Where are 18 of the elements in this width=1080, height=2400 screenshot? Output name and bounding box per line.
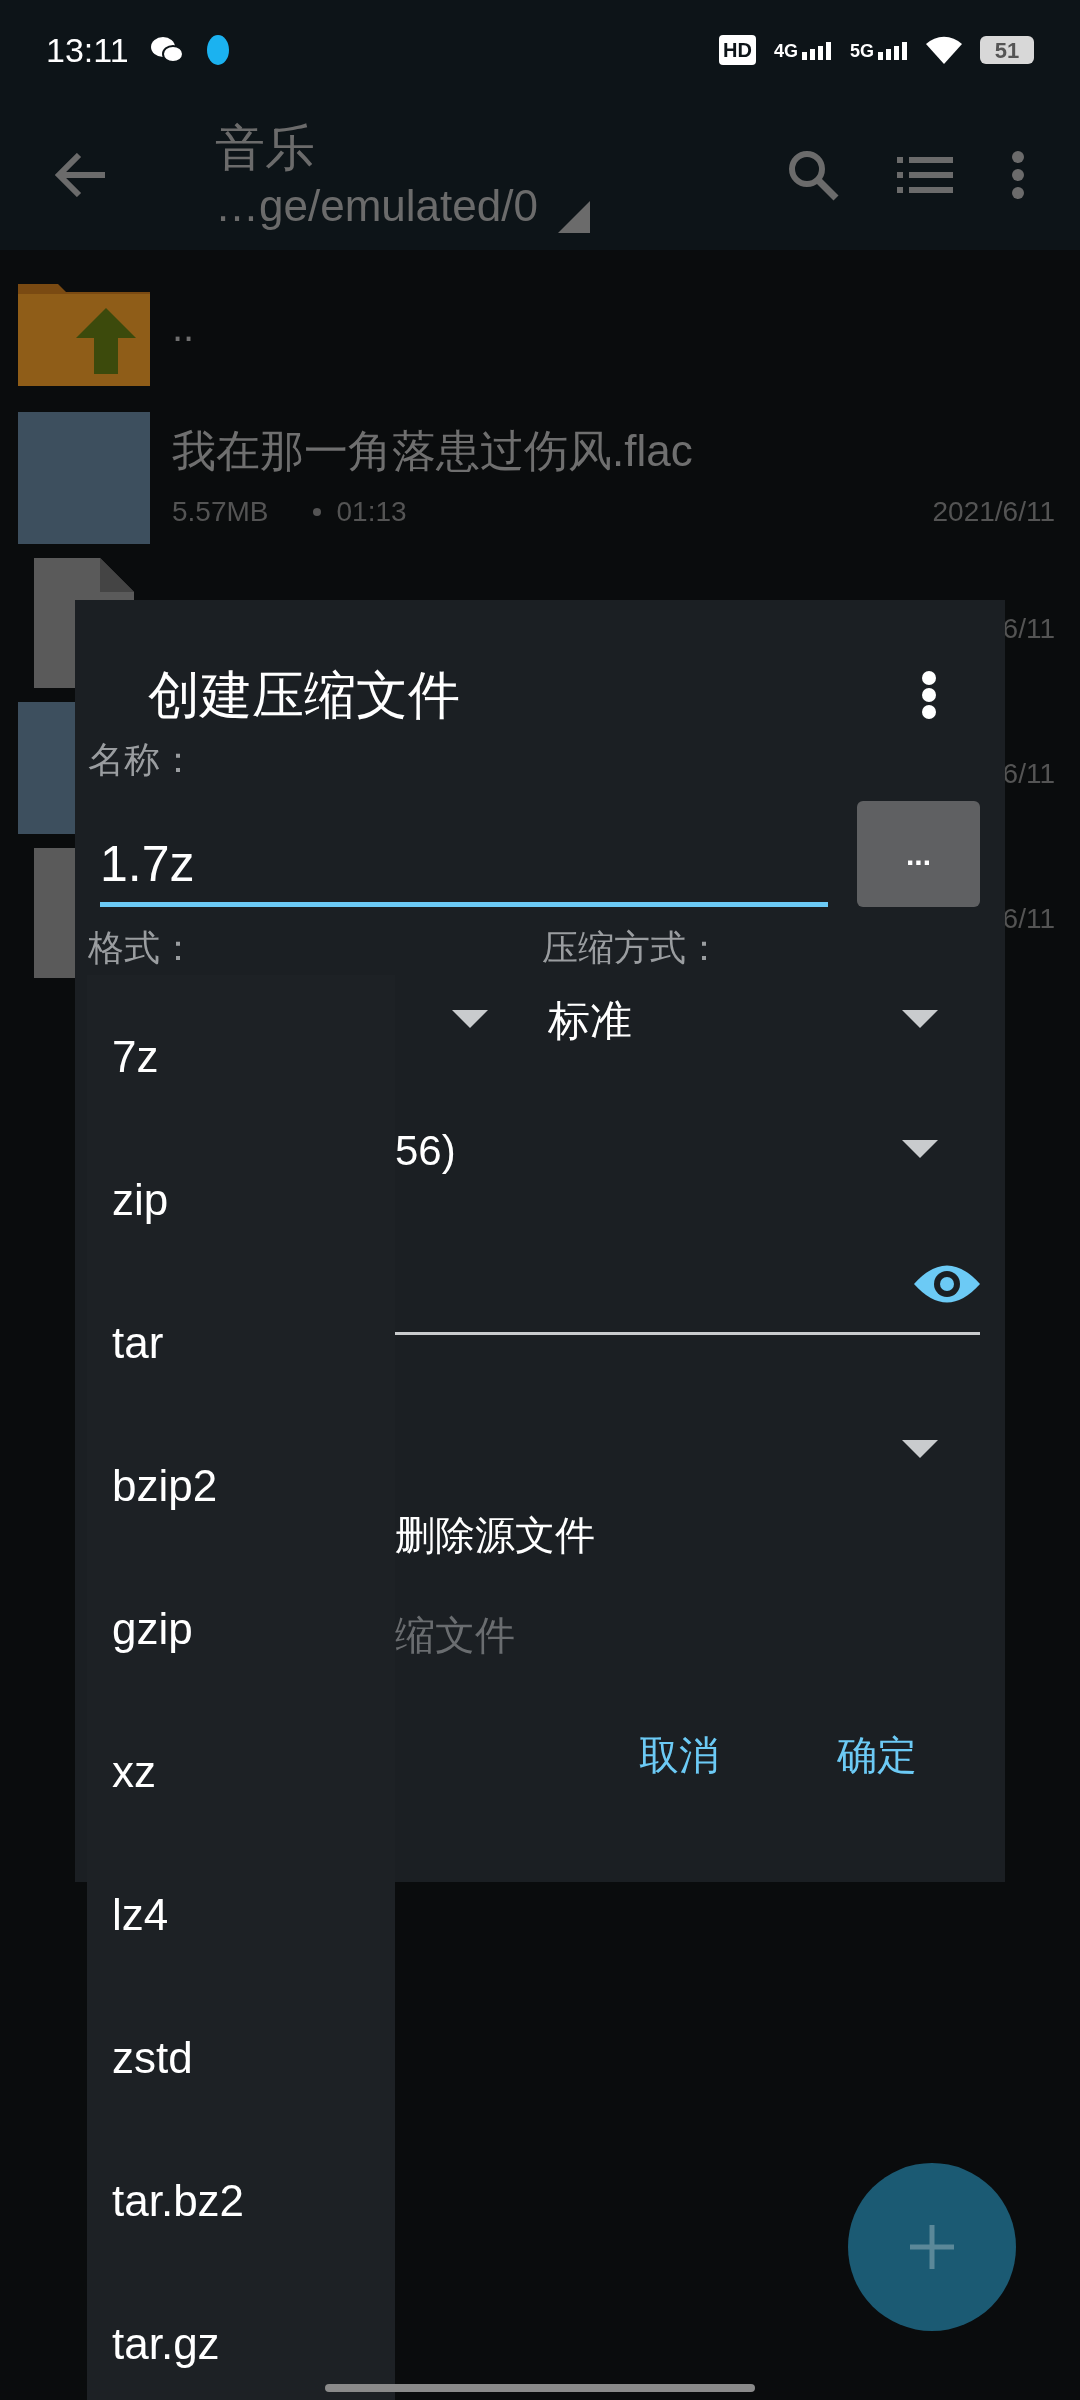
battery-indicator: 51: [980, 36, 1034, 64]
field-label: 格式：: [88, 926, 197, 970]
field-label: 名称：: [88, 738, 197, 782]
status-time: 13:11: [46, 29, 129, 71]
file-duration: 01:13: [336, 494, 407, 529]
file-date: 6/11: [1002, 901, 1055, 936]
file-date: 2021/6/11: [932, 494, 1055, 529]
folder-title: 音乐: [215, 119, 316, 178]
network-label: 4G: [773, 42, 798, 60]
network-label: 5G: [850, 42, 874, 60]
file-date: 6/11: [1002, 611, 1055, 646]
field-label: 压缩方式：: [542, 926, 722, 970]
dialog-title: 创建压缩文件: [148, 665, 460, 726]
file-name: ..: [172, 303, 196, 351]
file-size: 5.57MB: [172, 494, 269, 529]
file-date: 6/11: [1002, 756, 1055, 791]
hd-indicator: HD: [719, 35, 756, 65]
file-name: 我在那一角落患过伤风.flac: [172, 424, 694, 477]
